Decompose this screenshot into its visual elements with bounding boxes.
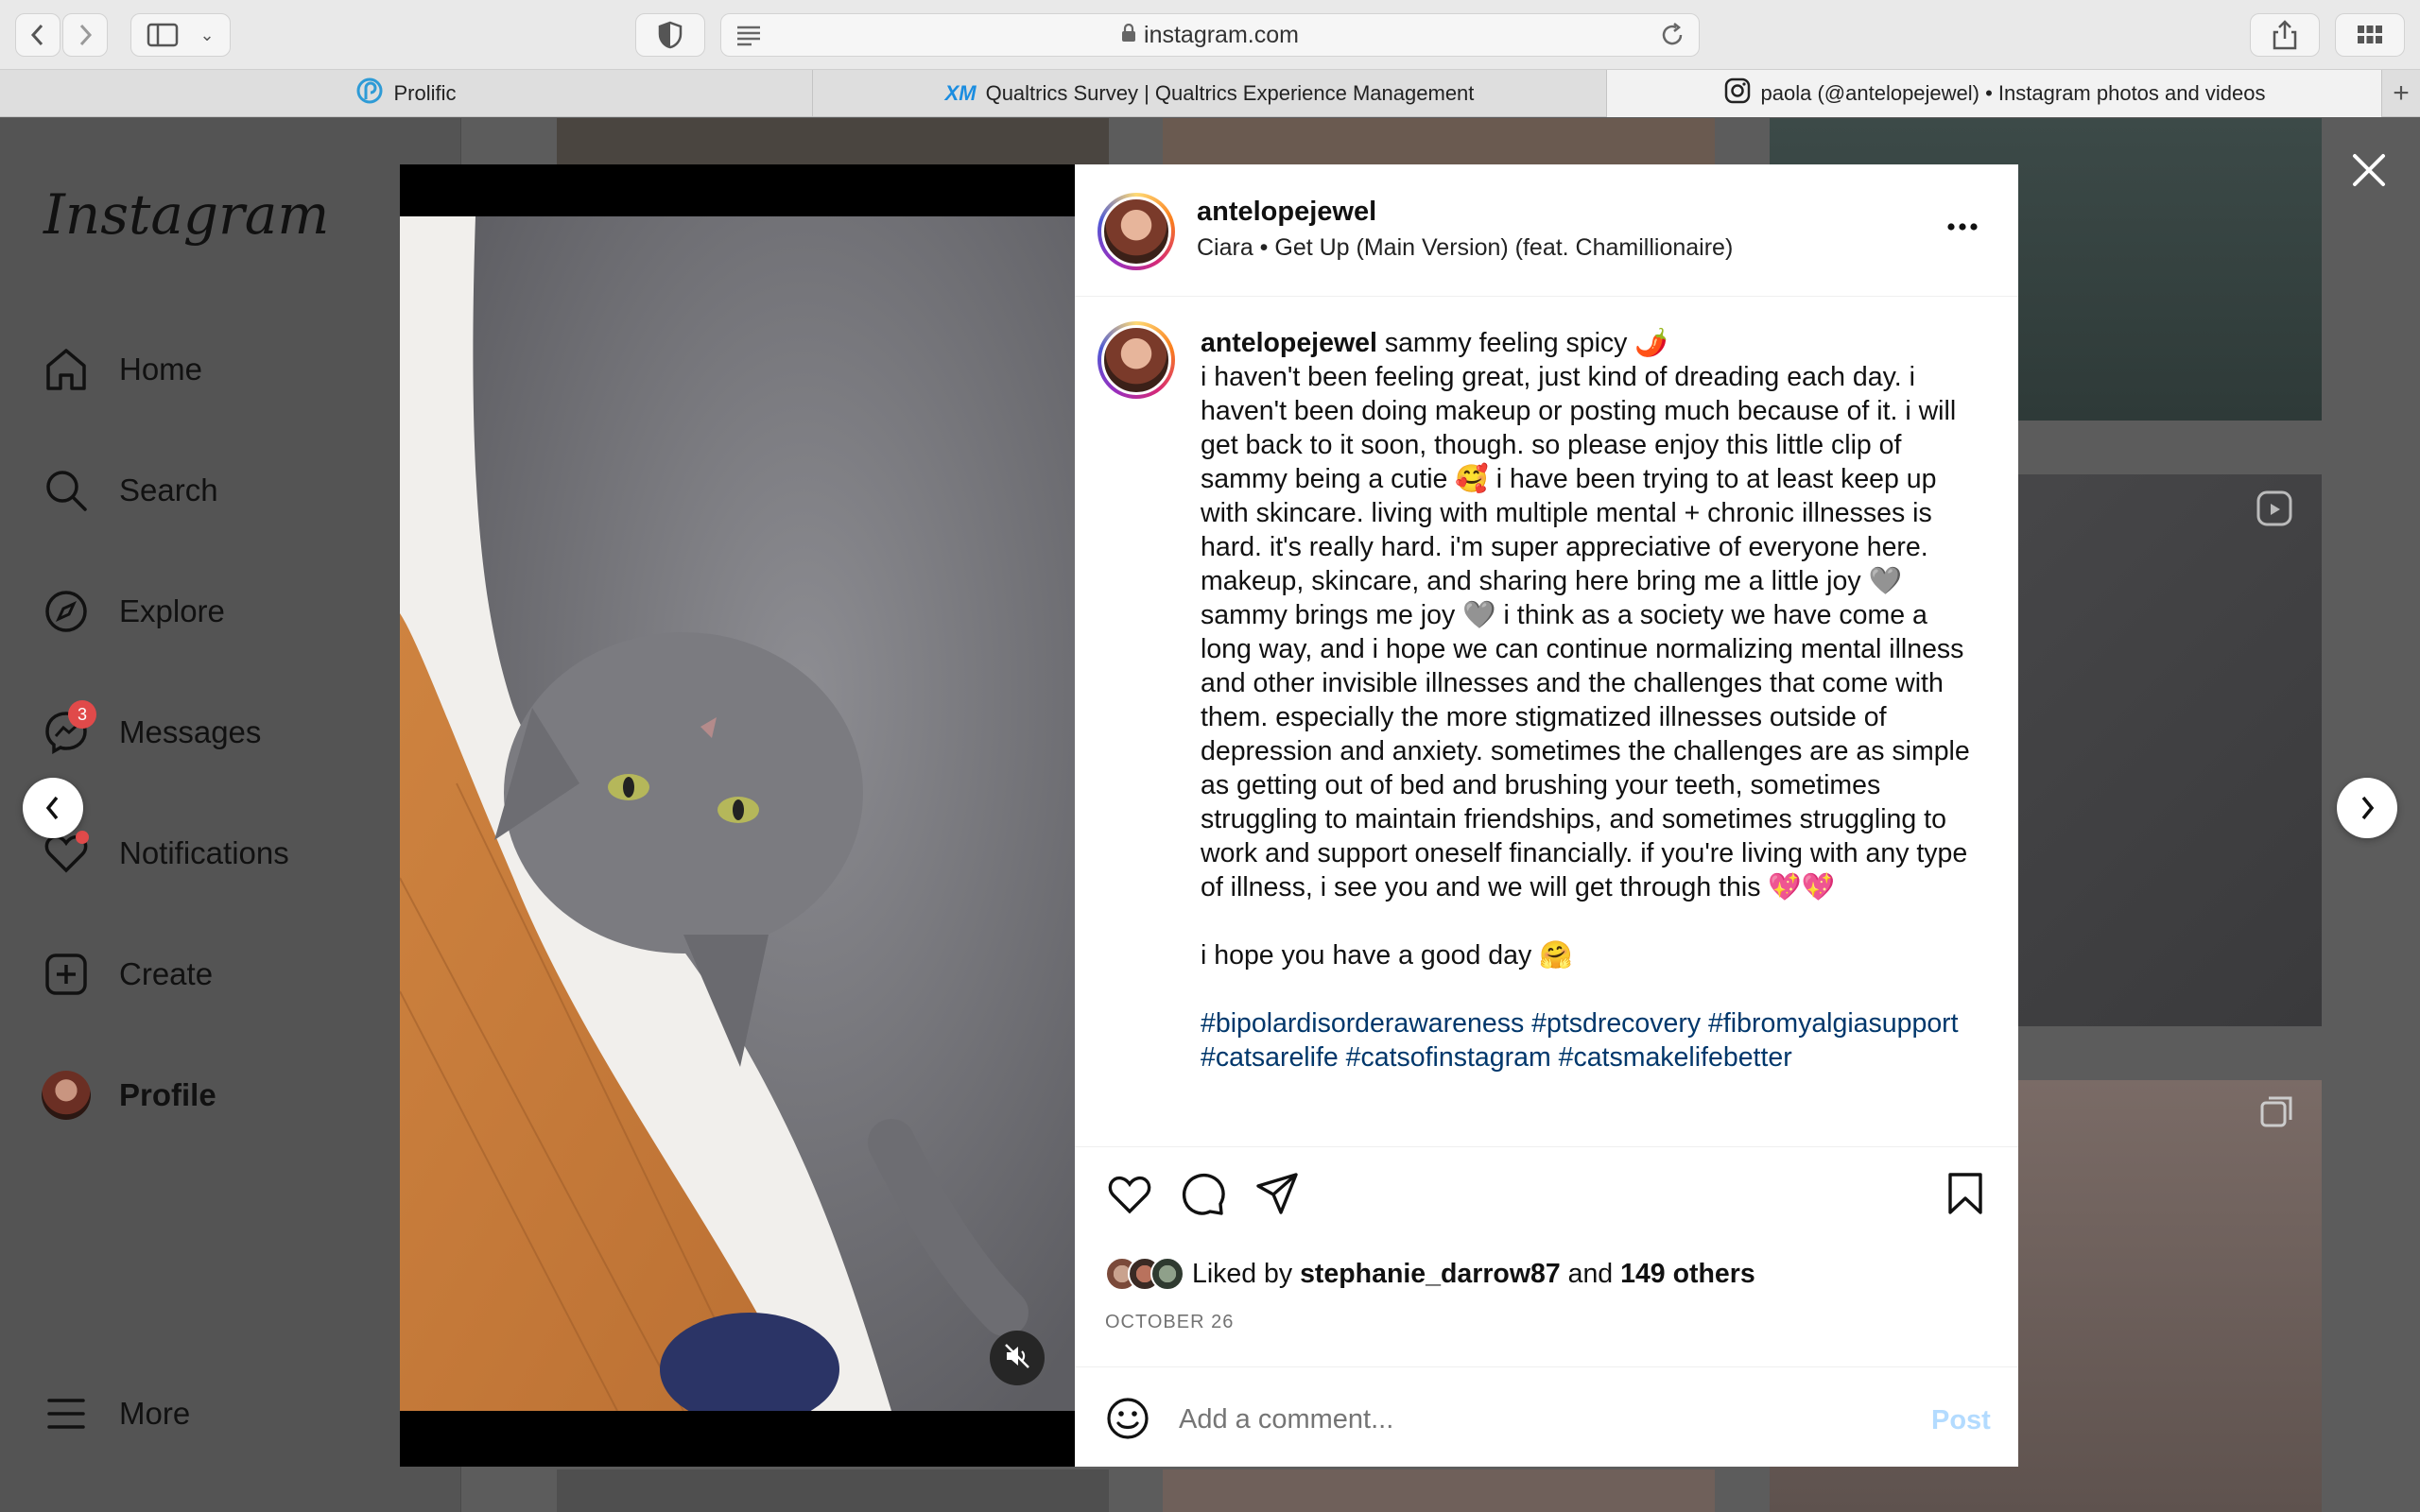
new-tab-button[interactable]: + (2382, 70, 2420, 117)
post-details-panel: antelopejewel Ciara • Get Up (Main Versi… (1075, 164, 2018, 1467)
sidebar-item-profile[interactable]: Profile (42, 1062, 216, 1128)
likes-summary: Liked by stephanie_darrow87 and 149 othe… (1105, 1253, 1755, 1295)
emoji-icon[interactable] (1105, 1396, 1150, 1446)
close-icon[interactable] (2350, 151, 2388, 194)
tab-prolific[interactable]: Prolific (0, 70, 813, 117)
messages-badge: 3 (68, 700, 96, 729)
comment-input[interactable] (1179, 1396, 1878, 1443)
post-actions: Liked by stephanie_darrow87 and 149 othe… (1075, 1146, 2018, 1383)
speaker-muted-icon (1003, 1342, 1031, 1375)
browser-toolbar: ⌄ instagram.com (0, 0, 2420, 70)
home-icon (42, 345, 91, 394)
post-header: antelopejewel Ciara • Get Up (Main Versi… (1075, 164, 2018, 297)
post-caption: antelopejewel sammy feeling spicy 🌶️ i h… (1201, 326, 1976, 1074)
sidebar-item-label: Messages (119, 714, 262, 749)
grid-thumbnail[interactable] (1163, 1469, 1715, 1512)
grid-thumbnail[interactable] (1163, 118, 1715, 165)
caption-author-avatar[interactable] (1098, 321, 1175, 399)
sidebar-item-home[interactable]: Home (42, 336, 202, 403)
post-date[interactable]: OCTOBER 26 (1105, 1312, 1234, 1333)
menu-icon (42, 1389, 91, 1438)
next-post-button[interactable] (2337, 778, 2397, 838)
tab-overview-button[interactable] (2335, 13, 2405, 57)
avatar (42, 1071, 91, 1120)
back-button[interactable] (15, 13, 60, 57)
liker-avatars[interactable] (1105, 1253, 1211, 1295)
tab-label: Prolific (393, 81, 457, 105)
sidebar-item-search[interactable]: Search (42, 457, 218, 524)
forward-button[interactable] (62, 13, 108, 57)
caption-hashtags[interactable]: #bipolardisorderawareness #ptsdrecovery … (1201, 1006, 1976, 1074)
sidebar-item-label: Search (119, 472, 218, 507)
lock-icon (1121, 22, 1136, 49)
grid-thumbnail[interactable] (557, 1469, 1109, 1512)
liked-by-username[interactable]: stephanie_darrow87 (1300, 1259, 1561, 1290)
share-paper-plane-icon[interactable] (1254, 1172, 1300, 1220)
plus-square-icon (42, 950, 91, 999)
chevron-down-icon: ⌄ (199, 25, 215, 44)
previous-post-button[interactable] (23, 778, 83, 838)
sidebar-item-label: Home (119, 352, 203, 387)
sidebar-item-label: Explore (119, 593, 225, 628)
sidebar-item-label: Profile (119, 1077, 216, 1112)
share-button[interactable] (2250, 13, 2320, 57)
instagram-logo-icon (1723, 77, 1752, 111)
reels-icon (2256, 490, 2293, 532)
tab-label: paola (@antelopejewel) • Instagram photo… (1760, 81, 2266, 105)
carousel-icon (2259, 1095, 2293, 1134)
cat-video-frame[interactable] (400, 216, 1075, 1411)
reader-icon[interactable] (735, 22, 763, 55)
sidebar-item-create[interactable]: Create (42, 941, 213, 1007)
sidebar-item-messages[interactable]: 3 Messages (42, 699, 261, 765)
caption-body: i haven't been feeling great, just kind … (1201, 362, 1970, 902)
sidebar-item-notifications[interactable]: Notifications (42, 820, 289, 886)
save-bookmark-icon[interactable] (1946, 1172, 1984, 1220)
qualtrics-logo-icon: XM (944, 81, 977, 105)
reload-icon[interactable] (1659, 22, 1685, 55)
caption-title: sammy feeling spicy 🌶️ (1384, 328, 1668, 358)
compass-icon (42, 587, 91, 636)
like-heart-icon[interactable] (1107, 1172, 1152, 1220)
likes-count-link[interactable]: 149 others (1620, 1259, 1755, 1290)
author-username[interactable]: antelopejewel (1197, 197, 1376, 228)
tab-label: Qualtrics Survey | Qualtrics Experience … (985, 81, 1475, 105)
comments-area: antelopejewel sammy feeling spicy 🌶️ i h… (1075, 298, 2018, 1280)
url-text: instagram.com (1144, 21, 1299, 48)
caption-username[interactable]: antelopejewel (1201, 328, 1377, 358)
tab-bar: Prolific XM Qualtrics Survey | Qualtrics… (0, 70, 2420, 117)
comment-bar: Post (1075, 1366, 2018, 1467)
tab-instagram[interactable]: paola (@antelopejewel) • Instagram photo… (1607, 70, 2382, 117)
instagram-logo[interactable]: Instagram (43, 182, 329, 247)
grid-thumbnail[interactable] (557, 118, 1109, 165)
sidebar-item-more[interactable]: More (42, 1381, 190, 1447)
post-video[interactable] (400, 164, 1075, 1467)
sidebar-item-explore[interactable]: Explore (42, 578, 225, 644)
address-bar[interactable]: instagram.com (720, 13, 1700, 57)
sidebar-item-label: Notifications (119, 835, 289, 870)
author-avatar[interactable] (1098, 193, 1175, 270)
messenger-icon: 3 (42, 700, 96, 757)
search-icon (42, 466, 91, 515)
post-comment-button[interactable]: Post (1931, 1405, 1991, 1436)
comment-icon[interactable] (1181, 1172, 1226, 1220)
sidebar-item-label: More (119, 1396, 191, 1431)
sidebar-toggle-button[interactable]: ⌄ (130, 13, 231, 57)
tab-qualtrics[interactable]: XM Qualtrics Survey | Qualtrics Experien… (813, 70, 1607, 117)
caption-closing: i hope you have a good day 🤗 (1201, 940, 1573, 971)
notification-dot (76, 831, 89, 844)
sidebar-item-label: Create (119, 956, 214, 991)
mute-button[interactable] (990, 1331, 1045, 1385)
more-options-icon[interactable] (1946, 219, 1979, 236)
privacy-shield-icon[interactable] (635, 13, 705, 57)
prolific-logo-icon (355, 77, 384, 111)
likes-and: and (1567, 1258, 1614, 1289)
audio-track[interactable]: Ciara • Get Up (Main Version) (feat. Cha… (1197, 234, 1733, 262)
